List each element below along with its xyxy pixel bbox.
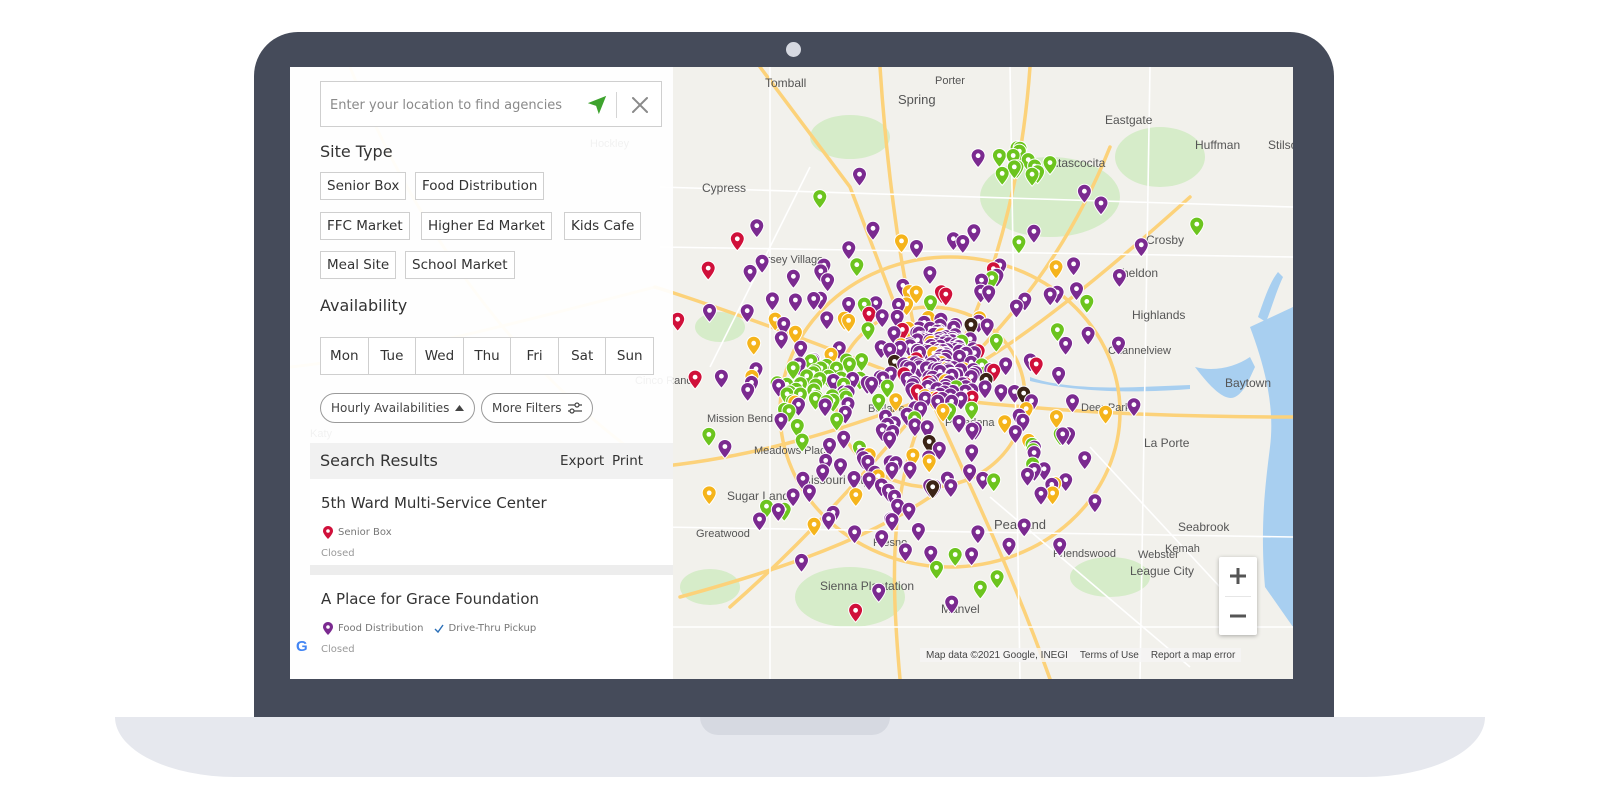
search-divider: [616, 92, 617, 118]
result-title[interactable]: A Place for Grace Foundation: [321, 590, 539, 608]
terms-of-use-link[interactable]: Terms of Use: [1080, 650, 1139, 661]
map-pin-icon: [323, 526, 333, 539]
hourly-availabilities-label: Hourly Availabilities: [331, 401, 450, 415]
search-results-bar: Search Results Export Print: [310, 443, 673, 479]
result-extra-label: Drive-Thru Pickup: [448, 623, 537, 634]
result-type-label: Senior Box: [338, 527, 392, 538]
zoom-out-button[interactable]: [1219, 597, 1257, 635]
day-sat[interactable]: Sat: [559, 338, 607, 374]
location-search-box: [320, 81, 662, 128]
map-city-label: La Porte: [1144, 436, 1190, 450]
export-link[interactable]: Export: [560, 453, 604, 469]
day-tue[interactable]: Tue: [369, 338, 417, 374]
zoom-in-button[interactable]: [1219, 557, 1257, 595]
site-type-title: Site Type: [320, 142, 393, 161]
search-results-title: Search Results: [320, 451, 438, 470]
map-data-credit: Map data ©2021 Google, INEGI: [926, 649, 1068, 661]
hourly-availabilities-button[interactable]: Hourly Availabilities: [320, 393, 476, 423]
map-attribution: Map data ©2021 Google, INEGI Terms of Us…: [920, 648, 1242, 662]
day-thu[interactable]: Thu: [464, 338, 512, 374]
map-city-label: Greatwood: [696, 528, 750, 540]
day-mon[interactable]: Mon: [321, 338, 369, 374]
filter-panel: Site Type Senior Box Food Distribution F…: [290, 67, 673, 679]
day-selector: Mon Tue Wed Thu Fri Sat Sun: [320, 337, 654, 375]
sliders-icon: [567, 402, 582, 414]
card-separator: [310, 565, 673, 575]
result-status: Closed: [321, 644, 355, 655]
map-city-label: Spring: [898, 92, 936, 107]
map-city-label: Tomball: [765, 76, 806, 90]
more-filters-label: More Filters: [492, 401, 562, 415]
close-icon[interactable]: [627, 92, 653, 118]
map-city-label: Baytown: [1225, 376, 1271, 390]
availability-title: Availability: [320, 296, 408, 315]
day-sun[interactable]: Sun: [606, 338, 653, 374]
map-city-label: Sugar Land: [727, 489, 789, 503]
chip-ffc-market[interactable]: FFC Market: [320, 212, 410, 240]
map-city-label: Mission Bend: [707, 413, 773, 425]
day-wed[interactable]: Wed: [416, 338, 464, 374]
map-city-label: Crosby: [1146, 233, 1184, 247]
location-search-input[interactable]: [321, 82, 582, 128]
chip-kids-cafe[interactable]: Kids Cafe: [564, 212, 642, 240]
result-status: Closed: [321, 548, 355, 559]
plus-icon: [1230, 568, 1246, 584]
map-city-label: League City: [1130, 564, 1194, 578]
chip-food-distribution[interactable]: Food Distribution: [415, 172, 545, 200]
more-filters-button[interactable]: More Filters: [481, 393, 593, 423]
zoom-control: [1219, 557, 1257, 635]
minus-icon: [1230, 614, 1246, 618]
map-city-label: Stilson: [1268, 138, 1293, 152]
map-city-label: Eastgate: [1105, 113, 1153, 127]
print-link[interactable]: Print: [612, 453, 643, 469]
map-pin-icon: [323, 622, 333, 635]
map-city-label: Porter: [935, 75, 965, 87]
screen: Tomball Spring Porter Eastgate Huffman Stilso…: [290, 67, 1293, 679]
google-logo: G: [296, 638, 308, 655]
chip-higher-ed-market[interactable]: Higher Ed Market: [421, 212, 552, 240]
navigation-arrow-icon[interactable]: [586, 94, 608, 116]
map-city-label: Atascocita: [1050, 156, 1106, 170]
map-city-label: Highlands: [1132, 308, 1185, 322]
map-city-label: Seabrook: [1178, 520, 1230, 534]
map-city-label: Sienna Plantation: [820, 579, 914, 593]
report-map-error-link[interactable]: Report a map error: [1151, 650, 1235, 661]
result-card[interactable]: 5th Ward Multi-Service Center Senior Box…: [310, 479, 673, 565]
map-city-label: Huffman: [1195, 138, 1240, 152]
result-type: Senior Box: [323, 526, 392, 539]
laptop-notch: [700, 717, 890, 735]
day-fri[interactable]: Fri: [511, 338, 559, 374]
chip-school-market[interactable]: School Market: [405, 251, 515, 279]
result-title[interactable]: 5th Ward Multi-Service Center: [321, 494, 547, 512]
map-city-label: Cypress: [702, 181, 746, 195]
map-city-label: Webster: [1138, 549, 1179, 561]
chip-meal-site[interactable]: Meal Site: [320, 251, 397, 279]
chip-senior-box[interactable]: Senior Box: [320, 172, 407, 200]
caret-up-icon: [455, 405, 465, 411]
checkmark-icon: [434, 624, 444, 633]
map-city-label: Meadows Place: [754, 445, 832, 457]
camera-dot: [786, 42, 801, 57]
result-type: Food Distribution Drive-Thru Pickup: [323, 622, 536, 635]
result-card[interactable]: A Place for Grace Foundation Food Distri…: [310, 575, 673, 679]
result-type-label: Food Distribution: [338, 623, 424, 634]
